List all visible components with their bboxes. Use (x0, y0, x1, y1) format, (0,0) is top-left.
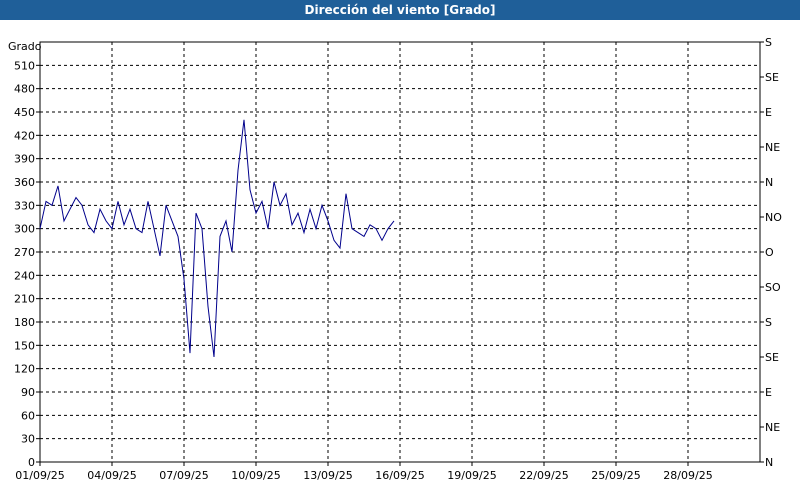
x-tick-label: 04/09/25 (87, 469, 136, 482)
right-tick-label: E (765, 106, 772, 119)
right-tick-label: S (765, 36, 772, 49)
x-axis-ticks: 01/09/25 04/09/25 07/09/25 10/09/25 13/09/25… (15, 462, 713, 482)
right-tick-label: NE (765, 421, 780, 434)
y-axis-label: Grado (8, 40, 42, 53)
right-tick-label: N (765, 176, 773, 189)
wind-direction-chart: 0 30 60 90 120 150 180 210 240 270 300 330 360 390 420… (8, 36, 782, 482)
x-tick-label: 19/09/25 (447, 469, 496, 482)
right-tick-label: SE (765, 351, 779, 364)
y-tick-label: 30 (21, 433, 35, 446)
x-tick-label: 16/09/25 (375, 469, 424, 482)
y-tick-label: 240 (14, 269, 35, 282)
y-tick-label: 420 (14, 129, 35, 142)
right-tick-label: S (765, 316, 772, 329)
right-tick-label: SO (765, 281, 781, 294)
y-axis-ticks: 0 30 60 90 120 150 180 210 240 270 300 330 360 390 420… (14, 59, 40, 469)
y-tick-label: 0 (28, 456, 35, 469)
x-tick-label: 01/09/25 (15, 469, 64, 482)
y-tick-label: 450 (14, 106, 35, 119)
right-tick-label: N (765, 456, 773, 469)
x-tick-label: 22/09/25 (519, 469, 568, 482)
x-tick-label: 10/09/25 (231, 469, 280, 482)
y-tick-label: 60 (21, 409, 35, 422)
y-tick-label: 300 (14, 223, 35, 236)
x-tick-label: 28/09/25 (663, 469, 712, 482)
y-tick-label: 90 (21, 386, 35, 399)
y-tick-label: 270 (14, 246, 35, 259)
y-tick-label: 210 (14, 293, 35, 306)
y-tick-label: 390 (14, 153, 35, 166)
series-line-wind-direction (39, 119, 395, 358)
y-tick-label: 360 (14, 176, 35, 189)
right-axis-ticks: N NE E SE S SO O NO N NE E SE S (760, 36, 782, 469)
right-tick-label: O (765, 246, 774, 259)
y-tick-label: 150 (14, 339, 35, 352)
x-tick-label: 25/09/25 (591, 469, 640, 482)
y-tick-label: 120 (14, 363, 35, 376)
chart-title: Dirección del viento [Grado] (0, 0, 800, 20)
right-tick-label: NO (765, 211, 782, 224)
right-tick-label: SE (765, 71, 779, 84)
y-tick-label: 330 (14, 199, 35, 212)
right-tick-label: E (765, 386, 772, 399)
y-tick-label: 510 (14, 59, 35, 72)
right-tick-label: NE (765, 141, 780, 154)
y-tick-label: 480 (14, 83, 35, 96)
grid (39, 42, 760, 463)
x-tick-label: 13/09/25 (303, 469, 352, 482)
y-tick-label: 180 (14, 316, 35, 329)
x-tick-label: 07/09/25 (159, 469, 208, 482)
